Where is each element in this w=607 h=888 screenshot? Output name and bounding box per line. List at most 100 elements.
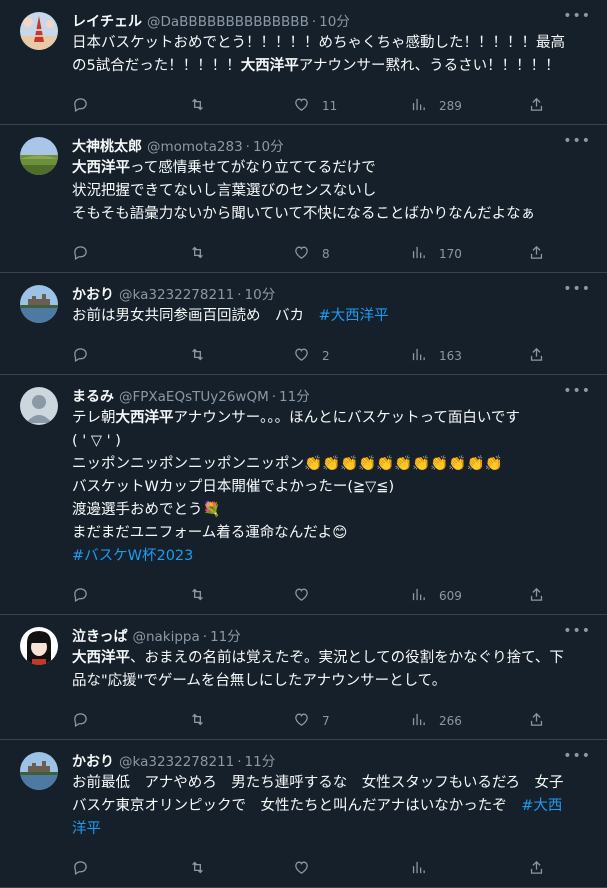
more-options-icon[interactable]: •••: [563, 133, 591, 149]
share-icon: [528, 859, 545, 879]
avatar[interactable]: [20, 12, 58, 50]
reply-button[interactable]: [72, 346, 189, 366]
more-options-icon[interactable]: •••: [563, 383, 591, 399]
hashtag-link[interactable]: 洋平: [72, 821, 101, 837]
tweet-line: ( ' ▽ ' ): [72, 430, 593, 453]
retweet-button[interactable]: [189, 859, 293, 879]
share-button[interactable]: [528, 244, 545, 264]
avatar[interactable]: [20, 387, 58, 425]
like-button[interactable]: [293, 859, 410, 879]
heart-icon: [293, 96, 310, 116]
retweet-button[interactable]: [189, 586, 293, 606]
tweet-text: って感情乗せてがなり立ててるだけで: [130, 160, 376, 176]
heart-icon: [293, 346, 310, 366]
timestamp[interactable]: 11分: [210, 625, 241, 645]
more-options-icon[interactable]: •••: [563, 281, 591, 297]
user-handle[interactable]: @FPXaEQsTUy26wQM: [119, 389, 269, 405]
like-button[interactable]: [293, 586, 410, 606]
timestamp[interactable]: 10分: [245, 283, 276, 303]
tweet-text: テレ朝: [72, 410, 116, 426]
user-handle[interactable]: @momota283: [147, 139, 243, 155]
display-name[interactable]: レイチェル: [72, 11, 142, 31]
share-button[interactable]: [528, 586, 545, 606]
reply-icon: [72, 244, 89, 264]
display-name[interactable]: かおり: [72, 284, 114, 304]
views-button[interactable]: 163: [410, 346, 528, 366]
tweet-line: バスケ東京オリンピックで 女性たちと叫んだアナはいなかったぞ #大西: [72, 795, 593, 818]
views-button[interactable]: [410, 859, 528, 879]
tweet-line: まだまだユニフォーム着る運命なんだよ😊: [72, 522, 593, 545]
like-button[interactable]: 11: [293, 96, 410, 116]
view-count: 289: [439, 99, 462, 113]
reply-button[interactable]: [72, 244, 189, 264]
hashtag-link[interactable]: #大西洋平: [319, 308, 389, 324]
avatar[interactable]: [20, 627, 58, 665]
reply-button[interactable]: [72, 586, 189, 606]
tweet[interactable]: まるみ @FPXaEQsTUy26wQM · 11分 ••• テレ朝大西洋平アナウンサー。…: [0, 375, 607, 615]
bar-chart-icon: [410, 586, 427, 606]
tweet-line: お前最低 アナやめろ 男たち連呼するな 女性スタッフもいるだろ 女子: [72, 772, 593, 795]
views-button[interactable]: 266: [410, 711, 528, 731]
timestamp[interactable]: 11分: [245, 750, 276, 770]
tweet[interactable]: 泣きっぱ @nakippa · 11分 ••• 大西洋平、おまえの名前は覚えたぞ。実況とし…: [0, 615, 607, 740]
more-options-icon[interactable]: •••: [563, 8, 591, 24]
timeline: レイチェル @DaBBBBBBBBBBBBBB · 10分 ••• 日本バスケットおめでと…: [0, 0, 607, 888]
avatar[interactable]: [20, 285, 58, 323]
display-name[interactable]: 大神桃太郎: [72, 136, 142, 156]
share-button[interactable]: [528, 711, 545, 731]
user-handle[interactable]: @ka3232278211: [119, 754, 234, 770]
hashtag-link[interactable]: #大西: [521, 798, 562, 814]
tweet[interactable]: レイチェル @DaBBBBBBBBBBBBBB · 10分 ••• 日本バスケットおめでと…: [0, 0, 607, 125]
timestamp[interactable]: 10分: [253, 135, 284, 155]
views-button[interactable]: 609: [410, 586, 528, 606]
separator-dot: ·: [237, 287, 242, 303]
like-button[interactable]: 8: [293, 244, 410, 264]
reply-button[interactable]: [72, 711, 189, 731]
reply-button[interactable]: [72, 859, 189, 879]
retweet-icon: [189, 244, 206, 264]
share-button[interactable]: [528, 96, 545, 116]
retweet-button[interactable]: [189, 346, 293, 366]
retweet-button[interactable]: [189, 244, 293, 264]
tweet-line: そもそも語彙力ないから聞いていて不快になることばかりなんだよなぁ: [72, 203, 593, 226]
tweet[interactable]: かおり @ka3232278211 · 11分 ••• お前最低 アナやめろ 男たち連呼す…: [0, 740, 607, 888]
tweet[interactable]: 大神桃太郎 @momota283 · 10分 ••• 大西洋平って感情乗せてがなり立ててる…: [0, 125, 607, 273]
retweet-button[interactable]: [189, 711, 293, 731]
reply-icon: [72, 586, 89, 606]
reply-icon: [72, 96, 89, 116]
tweet-line: 日本バスケットおめでとう！！！！！めちゃくちゃ感動した！！！！！最高: [72, 32, 593, 55]
reply-icon: [72, 711, 89, 731]
avatar[interactable]: [20, 752, 58, 790]
more-options-icon[interactable]: •••: [563, 623, 591, 639]
retweet-icon: [189, 346, 206, 366]
separator-dot: ·: [271, 389, 277, 405]
like-count: 2: [322, 349, 330, 363]
reply-button[interactable]: [72, 96, 189, 116]
timestamp[interactable]: 11分: [279, 385, 310, 405]
tweet[interactable]: かおり @ka3232278211 · 10分 ••• お前は男女共同参画百回読め バカ …: [0, 273, 607, 375]
more-options-icon[interactable]: •••: [563, 748, 591, 764]
like-button[interactable]: 2: [293, 346, 410, 366]
view-count: 163: [439, 349, 462, 363]
hashtag-link[interactable]: #バスケW杯2023: [72, 548, 193, 564]
retweet-button[interactable]: [189, 96, 293, 116]
avatar[interactable]: [20, 137, 58, 175]
views-button[interactable]: 170: [410, 244, 528, 264]
tweet-line: 洋平: [72, 818, 593, 841]
tweet-actions: 8 170: [72, 236, 593, 272]
share-button[interactable]: [528, 346, 545, 366]
display-name[interactable]: まるみ: [72, 386, 114, 406]
tweet-text-body: 大西洋平って感情乗せてがなり立ててるだけで 状況把握できてないし言葉選びのセンスな…: [72, 157, 593, 226]
display-name[interactable]: 泣きっぱ: [72, 626, 127, 646]
timestamp[interactable]: 10分: [319, 10, 350, 30]
like-button[interactable]: 7: [293, 711, 410, 731]
user-handle[interactable]: @DaBBBBBBBBBBBBBB: [147, 14, 309, 30]
user-handle[interactable]: @ka3232278211: [119, 287, 234, 303]
tweet-text: 品な"応援"でゲームを台無しにしたアナウンサーとして。: [72, 673, 447, 689]
share-icon: [528, 346, 545, 366]
display-name[interactable]: かおり: [72, 751, 114, 771]
tweet-text: 状況把握できてないし言葉選びのセンスないし: [72, 183, 377, 199]
views-button[interactable]: 289: [410, 96, 528, 116]
user-handle[interactable]: @nakippa: [132, 629, 199, 645]
share-button[interactable]: [528, 859, 545, 879]
